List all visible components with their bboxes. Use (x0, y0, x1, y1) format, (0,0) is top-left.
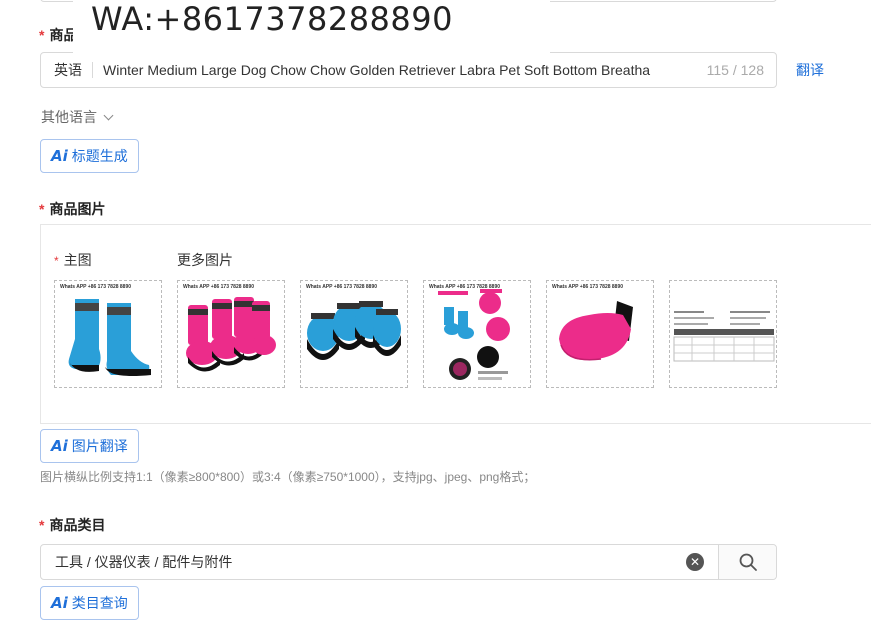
image-format-hint: 图片横纵比例支持1:1（像素≥800*800）或3:4（像素≥750*1000）… (40, 470, 536, 484)
char-count: 115 / 128 (706, 62, 764, 78)
thumb-watermark: Whats APP +86 173 7828 8890 (183, 284, 255, 290)
more-images-label: 更多图片 (177, 252, 233, 268)
title-label: * 商品 (39, 27, 78, 43)
boot-details-image (438, 289, 510, 380)
ai-icon: Ai (51, 437, 68, 455)
more-image-thumbnail-4[interactable]: Whats APP +86 173 7828 8890 (546, 280, 654, 388)
required-asterisk: * (39, 27, 45, 43)
ai-icon: Ai (51, 594, 68, 612)
language-selector[interactable]: 英语 (41, 60, 92, 80)
required-asterisk: * (39, 517, 45, 533)
main-image-thumbnail[interactable]: Whats APP +86 173 7828 8890 (54, 280, 162, 388)
clear-icon[interactable]: ✕ (686, 553, 704, 571)
required-asterisk: * (54, 254, 59, 268)
more-image-thumbnail-3[interactable]: Whats APP +86 173 7828 8890 (423, 280, 531, 388)
thumb-watermark: Whats APP +86 173 7828 8890 (429, 284, 501, 290)
size-chart-image (673, 311, 775, 362)
ai-title-generate-button[interactable]: Ai 标题生成 (40, 139, 139, 173)
other-language-label: 其他语言 (41, 109, 97, 125)
main-image-label: * 主图 (54, 252, 92, 268)
search-icon (739, 553, 757, 571)
pink-boot-image (559, 301, 633, 361)
chevron-down-icon (103, 110, 114, 120)
more-image-thumbnail-5[interactable] (669, 280, 777, 388)
more-image-thumbnail-2[interactable]: Whats APP +86 173 7828 8890 (300, 280, 408, 388)
divider (92, 62, 93, 78)
watermark-overlay: WA:+8617378288890 (73, 1, 550, 57)
pink-boots-image (186, 297, 276, 372)
category-input[interactable]: 工具 / 仪器仪表 / 配件与附件 ✕ (40, 544, 777, 580)
thumb-watermark: Whats APP +86 173 7828 8890 (60, 284, 132, 290)
category-label: * 商品类目 (39, 517, 106, 533)
blue-boots-image (68, 299, 151, 376)
translate-link[interactable]: 翻译 (796, 60, 824, 80)
ai-icon: Ai (51, 147, 68, 165)
title-input[interactable]: 英语 Winter Medium Large Dog Chow Chow Gol… (40, 52, 777, 88)
watermark-text: WA:+8617378288890 (91, 0, 453, 38)
required-asterisk: * (39, 201, 45, 217)
ai-category-query-button[interactable]: Ai 类目查询 (40, 586, 139, 620)
blue-boots-set-image (307, 301, 401, 360)
ai-image-translate-button[interactable]: Ai 图片翻译 (40, 429, 139, 463)
thumb-watermark: Whats APP +86 173 7828 8890 (552, 284, 624, 290)
category-search-button[interactable] (718, 545, 776, 579)
ai-image-translate-label: 图片翻译 (71, 438, 128, 454)
title-input-value[interactable]: Winter Medium Large Dog Chow Chow Golden… (103, 62, 703, 78)
category-input-value[interactable]: 工具 / 仪器仪表 / 配件与附件 (41, 552, 686, 572)
ai-category-query-label: 类目查询 (71, 595, 128, 611)
thumb-watermark: Whats APP +86 173 7828 8890 (306, 284, 378, 290)
more-image-thumbnail-1[interactable]: Whats APP +86 173 7828 8890 (177, 280, 285, 388)
ai-title-generate-label: 标题生成 (71, 148, 128, 164)
images-label: * 商品图片 (39, 201, 106, 217)
other-language-toggle[interactable]: 其他语言 (41, 107, 114, 127)
